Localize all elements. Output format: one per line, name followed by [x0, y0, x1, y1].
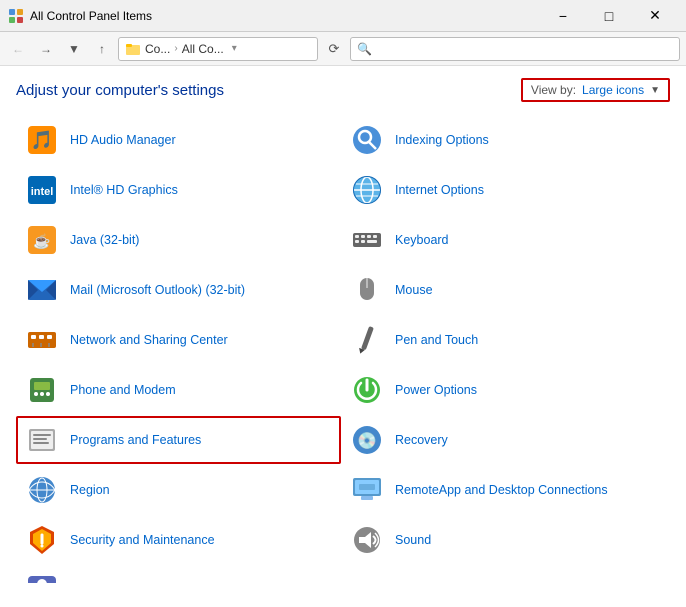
panel-item-network-sharing[interactable]: Network and Sharing Center: [16, 316, 341, 364]
pen-touch-label: Pen and Touch: [395, 332, 478, 348]
mail-outlook-label: Mail (Microsoft Outlook) (32-bit): [70, 282, 245, 298]
panel-item-mouse[interactable]: Mouse: [341, 266, 666, 314]
panel-item-hd-audio[interactable]: 🎵 HD Audio Manager: [16, 116, 341, 164]
header-row: Adjust your computer's settings View by:…: [16, 78, 670, 102]
panel-item-intel-hd[interactable]: intel Intel® HD Graphics: [16, 166, 341, 214]
addr-dropdown-arrow: ▾: [232, 43, 237, 54]
speech-recognition-label: Speech Recognition: [70, 582, 182, 583]
search-input[interactable]: [350, 37, 680, 61]
phone-modem-icon: [24, 372, 60, 408]
panel-item-phone-modem[interactable]: Phone and Modem: [16, 366, 341, 414]
folder-icon: [125, 41, 141, 57]
panel-item-sound[interactable]: Sound: [341, 516, 666, 564]
java-icon: ☕: [24, 222, 60, 258]
addr-part2: All Co...: [182, 42, 224, 56]
window-controls: − □ ✕: [540, 0, 678, 32]
mouse-label: Mouse: [395, 282, 433, 298]
programs-features-label: Programs and Features: [70, 432, 201, 448]
recovery-icon: 💿: [349, 422, 385, 458]
remoteapp-icon: [349, 472, 385, 508]
security-maintenance-icon: [24, 522, 60, 558]
phone-modem-label: Phone and Modem: [70, 382, 176, 398]
up-button[interactable]: ↑: [90, 37, 114, 61]
java-label: Java (32-bit): [70, 232, 139, 248]
main-content: Adjust your computer's settings View by:…: [0, 66, 686, 607]
panel-item-power-options[interactable]: Power Options: [341, 366, 666, 414]
panel-item-speech-recognition[interactable]: Speech Recognition: [16, 566, 341, 583]
speech-recognition-icon: [24, 572, 60, 583]
panel-item-indexing[interactable]: Indexing Options: [341, 116, 666, 164]
page-title: Adjust your computer's settings: [16, 82, 224, 99]
pen-touch-icon: [349, 322, 385, 358]
panel-item-keyboard[interactable]: Keyboard: [341, 216, 666, 264]
power-options-label: Power Options: [395, 382, 477, 398]
panel-item-remoteapp[interactable]: RemoteApp and Desktop Connections: [341, 466, 666, 514]
restore-button[interactable]: □: [586, 0, 632, 32]
indexing-icon: [349, 122, 385, 158]
recovery-label: Recovery: [395, 432, 448, 448]
security-maintenance-label: Security and Maintenance: [70, 532, 215, 548]
panel-item-java[interactable]: ☕ Java (32-bit): [16, 216, 341, 264]
hd-audio-icon: 🎵: [24, 122, 60, 158]
remoteapp-label: RemoteApp and Desktop Connections: [395, 482, 608, 498]
internet-options-icon: [349, 172, 385, 208]
addr-part1: Co...: [145, 42, 170, 56]
panel-item-security-maintenance[interactable]: Security and Maintenance: [16, 516, 341, 564]
panel-item-programs-features[interactable]: Programs and Features: [16, 416, 341, 464]
panel-item-region[interactable]: Region: [16, 466, 341, 514]
mail-outlook-icon: [24, 272, 60, 308]
svg-text:intel: intel: [31, 186, 54, 198]
refresh-button[interactable]: ⟳: [322, 37, 346, 61]
hd-audio-label: HD Audio Manager: [70, 132, 176, 148]
close-button[interactable]: ✕: [632, 0, 678, 32]
address-box[interactable]: Co... › All Co... ▾: [118, 37, 318, 61]
keyboard-label: Keyboard: [395, 232, 449, 248]
view-by-dropdown[interactable]: View by: Large icons ▼: [521, 78, 670, 102]
mouse-icon: [349, 272, 385, 308]
back-button[interactable]: ←: [6, 37, 30, 61]
title-bar: All Control Panel Items − □ ✕: [0, 0, 686, 32]
region-icon: [24, 472, 60, 508]
minimize-button[interactable]: −: [540, 0, 586, 32]
panel-item-recovery[interactable]: 💿 Recovery: [341, 416, 666, 464]
network-sharing-label: Network and Sharing Center: [70, 332, 228, 348]
intel-hd-label: Intel® HD Graphics: [70, 182, 178, 198]
sound-icon: [349, 522, 385, 558]
view-by-value: Large icons: [582, 83, 644, 97]
keyboard-icon: [349, 222, 385, 258]
dropdown-button[interactable]: ▼: [62, 37, 86, 61]
programs-features-icon: [24, 422, 60, 458]
items-grid: 🎵 HD Audio Manager Indexing Options intel In…: [16, 116, 670, 583]
network-sharing-icon: [24, 322, 60, 358]
address-bar: ← → ▼ ↑ Co... › All Co... ▾ ⟳: [0, 32, 686, 66]
view-by-label: View by:: [531, 83, 576, 97]
svg-text:🎵: 🎵: [31, 130, 53, 150]
panel-item-internet-options[interactable]: Internet Options: [341, 166, 666, 214]
addr-separator: ›: [174, 43, 177, 54]
svg-text:💿: 💿: [357, 431, 377, 450]
svg-text:☕: ☕: [33, 232, 50, 250]
panel-item-pen-touch[interactable]: Pen and Touch: [341, 316, 666, 364]
forward-button[interactable]: →: [34, 37, 58, 61]
internet-options-label: Internet Options: [395, 182, 484, 198]
power-options-icon: [349, 372, 385, 408]
panel-item-mail-outlook[interactable]: Mail (Microsoft Outlook) (32-bit): [16, 266, 341, 314]
window-title: All Control Panel Items: [30, 9, 540, 23]
region-label: Region: [70, 482, 110, 498]
app-icon: [8, 8, 24, 24]
sound-label: Sound: [395, 532, 431, 548]
indexing-label: Indexing Options: [395, 132, 489, 148]
view-by-arrow: ▼: [650, 85, 660, 96]
intel-hd-icon: intel: [24, 172, 60, 208]
